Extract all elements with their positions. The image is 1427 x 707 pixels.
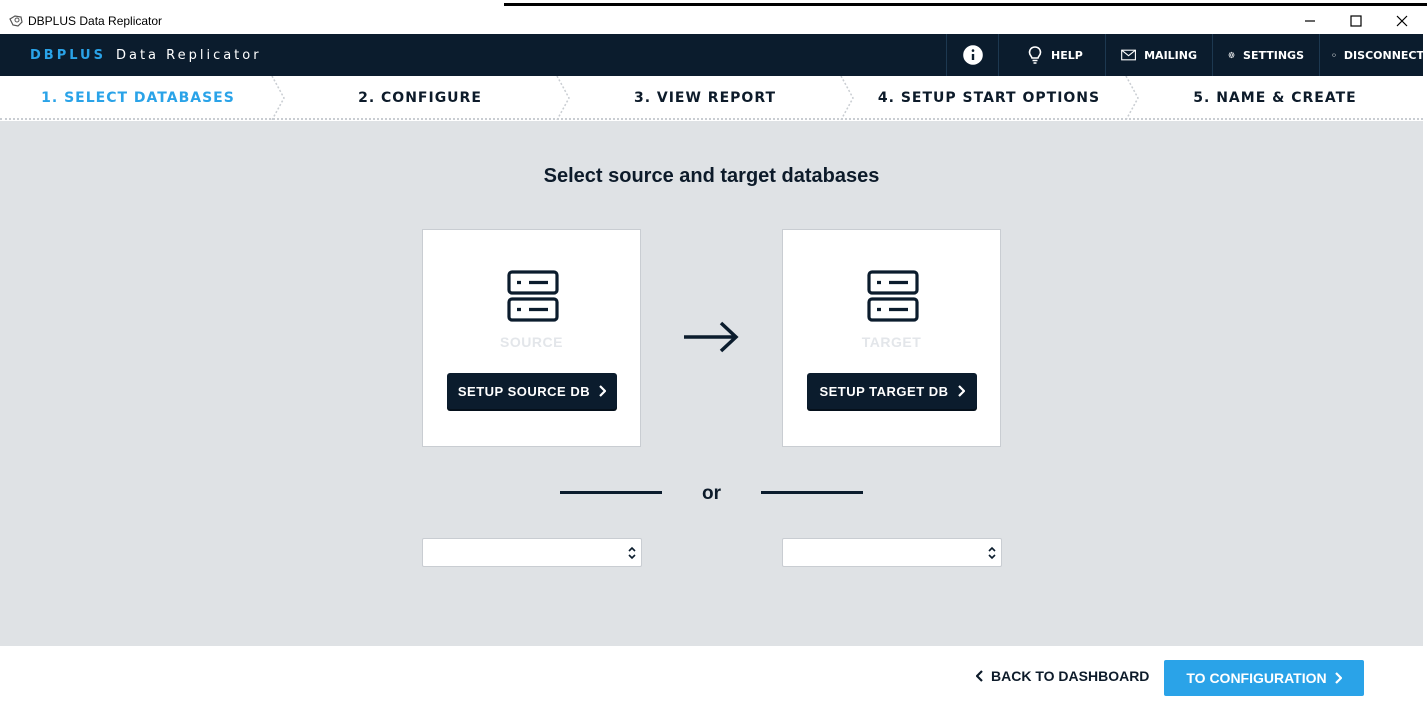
app-logo-icon bbox=[8, 13, 24, 29]
to-configuration-button[interactable]: TO CONFIGURATION bbox=[1164, 660, 1364, 696]
disconnect-label: DISCONNECT bbox=[1343, 48, 1424, 62]
help-label: HELP bbox=[1051, 48, 1083, 62]
close-button[interactable] bbox=[1379, 7, 1425, 35]
close-icon bbox=[1396, 15, 1408, 27]
help-button[interactable]: HELP bbox=[998, 34, 1105, 76]
back-label: BACK TO DASHBOARD bbox=[991, 668, 1150, 684]
or-label: or bbox=[702, 483, 721, 504]
maximize-button[interactable] bbox=[1333, 7, 1379, 35]
target-card: TARGET SETUP TARGET DB bbox=[782, 229, 1001, 447]
step-setup-start-options[interactable]: 4. SETUP START OPTIONS bbox=[855, 76, 1123, 120]
setup-target-db-label: SETUP TARGET DB bbox=[819, 383, 949, 399]
app-header: DBPLUS Data Replicator HELP MAILING SETT… bbox=[0, 34, 1424, 76]
setup-source-db-button[interactable]: SETUP SOURCE DB bbox=[447, 373, 617, 409]
step-label: 4. SETUP START OPTIONS bbox=[877, 90, 1101, 106]
disconnect-button[interactable]: DISCONNECT bbox=[1319, 34, 1424, 76]
titlebar-edge bbox=[504, 3, 1427, 6]
chevron-right-icon bbox=[599, 385, 607, 397]
chevron-left-icon bbox=[976, 670, 983, 682]
settings-label: SETTINGS bbox=[1243, 48, 1304, 62]
header-nav: HELP MAILING SETTINGS DISCONNECT bbox=[946, 34, 1424, 76]
step-label: 1. SELECT DATABASES bbox=[41, 90, 235, 106]
brand-primary: DBPLUS bbox=[30, 48, 106, 63]
wizard-steps: 1. SELECT DATABASES 2. CONFIGURE 3. VIEW… bbox=[0, 75, 1423, 121]
step-separator-icon bbox=[270, 75, 286, 121]
gear-icon bbox=[1228, 51, 1235, 59]
source-card: SOURCE SETUP SOURCE DB bbox=[422, 229, 641, 447]
step-label: 2. CONFIGURE bbox=[358, 90, 482, 106]
main-content: Select source and target databases SOURC… bbox=[0, 121, 1423, 646]
setup-source-db-label: SETUP SOURCE DB bbox=[457, 383, 591, 399]
maximize-icon bbox=[1350, 15, 1362, 27]
window-title: DBPLUS Data Replicator bbox=[28, 14, 163, 28]
chevron-right-icon bbox=[957, 385, 965, 397]
info-icon bbox=[962, 45, 983, 65]
source-db-select[interactable] bbox=[422, 538, 642, 567]
info-button[interactable] bbox=[946, 34, 998, 76]
window-titlebar: DBPLUS Data Replicator bbox=[0, 0, 1427, 34]
minimize-button[interactable] bbox=[1287, 7, 1333, 35]
window-border bbox=[1423, 34, 1427, 707]
chevron-right-icon bbox=[1334, 672, 1342, 684]
back-to-dashboard-button[interactable]: BACK TO DASHBOARD bbox=[976, 668, 1149, 684]
setup-target-db-button[interactable]: SETUP TARGET DB bbox=[807, 373, 977, 409]
mail-icon bbox=[1121, 49, 1136, 61]
step-separator-icon bbox=[1124, 75, 1140, 121]
mailing-label: MAILING bbox=[1144, 48, 1197, 62]
updown-chevron-icon bbox=[628, 546, 636, 560]
source-label: SOURCE bbox=[500, 334, 563, 350]
lightbulb-icon bbox=[1028, 46, 1042, 64]
updown-chevron-icon bbox=[988, 546, 996, 560]
settings-button[interactable]: SETTINGS bbox=[1212, 34, 1319, 76]
next-label: TO CONFIGURATION bbox=[1186, 670, 1327, 686]
step-name-create[interactable]: 5. NAME & CREATE bbox=[1140, 76, 1410, 120]
target-db-select[interactable] bbox=[782, 538, 1002, 567]
step-label: 5. NAME & CREATE bbox=[1193, 90, 1357, 106]
step-select-databases[interactable]: 1. SELECT DATABASES bbox=[0, 76, 276, 120]
footer: BACK TO DASHBOARD TO CONFIGURATION bbox=[0, 646, 1423, 707]
arrow-right-icon bbox=[683, 321, 739, 358]
step-configure[interactable]: 2. CONFIGURE bbox=[285, 76, 555, 120]
brand: DBPLUS Data Replicator bbox=[30, 48, 262, 63]
page-title: Select source and target databases bbox=[543, 165, 880, 187]
step-view-report[interactable]: 3. VIEW REPORT bbox=[570, 76, 840, 120]
database-icon bbox=[507, 270, 559, 327]
mailing-button[interactable]: MAILING bbox=[1105, 34, 1212, 76]
minimize-icon bbox=[1305, 20, 1315, 22]
step-label: 3. VIEW REPORT bbox=[633, 90, 777, 106]
divider-right bbox=[761, 491, 863, 494]
database-icon bbox=[867, 270, 919, 327]
step-separator-icon bbox=[555, 75, 571, 121]
brand-secondary: Data Replicator bbox=[115, 48, 262, 63]
step-separator-icon bbox=[839, 75, 855, 121]
target-label: TARGET bbox=[861, 334, 922, 350]
power-icon bbox=[1332, 53, 1336, 57]
